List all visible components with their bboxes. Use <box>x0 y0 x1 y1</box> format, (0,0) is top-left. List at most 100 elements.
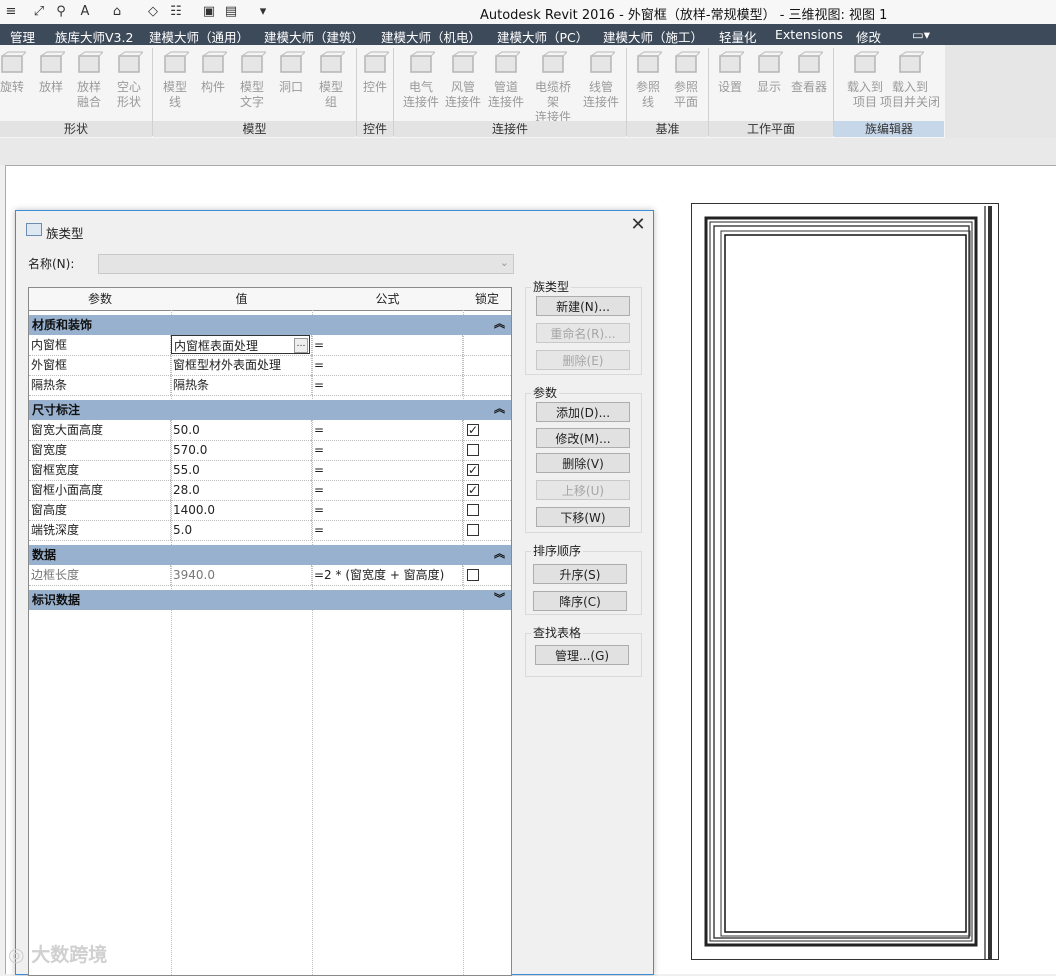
value-cell[interactable]: 3940.0 <box>171 565 312 585</box>
formula-cell[interactable]: = <box>312 440 463 460</box>
modify-parameter-button[interactable]: 修改(M)... <box>536 428 630 448</box>
quick-access-icon[interactable]: ⤢ <box>30 3 48 21</box>
ribbon-button[interactable]: 电气 连接件 <box>400 50 442 110</box>
group-header-row[interactable]: 材质和装饰 ︽ <box>29 315 511 335</box>
ribbon-button[interactable]: 线管 连接件 <box>580 50 622 110</box>
parameter-cell[interactable]: 端铣深度 <box>29 520 171 540</box>
collapse-chevron-icon[interactable]: ︽ <box>494 399 505 419</box>
parameter-cell[interactable]: 内窗框 <box>29 335 171 355</box>
rename-type-button[interactable]: 重命名(R)... <box>536 323 630 343</box>
parameter-cell[interactable]: 窗宽度 <box>29 440 171 460</box>
header-value[interactable]: 值 <box>171 288 313 311</box>
ribbon-button[interactable]: 显示 <box>748 50 790 95</box>
table-row[interactable]: 边框长度 3940.0 =2 * (窗宽度 + 窗高度) <box>29 565 511 586</box>
ribbon-button[interactable]: 风管 连接件 <box>442 50 484 110</box>
formula-cell[interactable]: = <box>312 480 463 500</box>
ribbon-tab[interactable]: 建模大师（通用） <box>149 27 249 46</box>
formula-cell[interactable]: = <box>312 420 463 440</box>
ribbon-tab[interactable]: 轻量化 <box>719 27 757 46</box>
ribbon-button[interactable]: 放样 <box>30 50 72 95</box>
ribbon-button[interactable]: 载入到 项目并关闭 <box>880 50 940 110</box>
delete-type-button[interactable]: 删除(E) <box>536 350 630 370</box>
value-cell[interactable]: 隔热条 <box>171 375 312 395</box>
group-header-row[interactable]: 标识数据 ︾ <box>29 590 511 610</box>
ribbon-button[interactable]: 模型线 <box>154 50 196 110</box>
lock-checkbox[interactable] <box>467 420 479 440</box>
ribbon-tab[interactable]: 管理 <box>10 27 35 46</box>
quick-access-icon[interactable]: ⚲ <box>52 3 70 21</box>
quick-access-icon[interactable]: ≡ <box>2 3 20 21</box>
name-select[interactable]: ⌄ <box>98 254 514 274</box>
move-up-button[interactable]: 上移(U) <box>536 480 630 500</box>
manage-lookup-button[interactable]: 管理...(G) <box>535 645 629 665</box>
browse-button[interactable]: … <box>294 338 308 353</box>
quick-access-icon[interactable]: ▾ <box>254 3 272 21</box>
lock-checkbox[interactable] <box>467 444 479 456</box>
view-preview[interactable] <box>691 203 999 960</box>
quick-access-icon[interactable]: ▤ <box>222 3 240 21</box>
value-cell[interactable]: 1400.0 <box>171 500 312 520</box>
formula-cell[interactable]: =2 * (窗宽度 + 窗高度) <box>312 565 463 585</box>
header-lock[interactable]: 锁定 <box>463 288 511 311</box>
ribbon-tab[interactable]: 建模大师（PC） <box>497 27 588 46</box>
ribbon-button[interactable]: 查看器 <box>788 50 830 95</box>
ribbon-button[interactable]: 模型 文字 <box>231 50 273 110</box>
ribbon-button[interactable]: 模型组 <box>310 50 352 110</box>
parameter-cell[interactable]: 窗框小面高度 <box>29 480 171 500</box>
parameter-cell[interactable]: 窗宽大面高度 <box>29 420 171 440</box>
formula-cell[interactable]: = <box>312 375 463 395</box>
quick-access-icon[interactable]: ⌂ <box>108 3 126 21</box>
value-cell[interactable]: 28.0 <box>171 480 312 500</box>
quick-access-icon[interactable]: A <box>76 3 94 21</box>
lock-checkbox[interactable] <box>467 569 479 581</box>
collapse-chevron-icon[interactable]: ︽ <box>494 314 505 334</box>
collapse-chevron-icon[interactable]: ︾ <box>494 589 505 609</box>
lock-checkbox[interactable] <box>467 460 479 480</box>
value-editor[interactable]: 内窗框表面处理… <box>171 335 310 354</box>
ribbon-options-icon[interactable]: ▭▾ <box>912 27 930 42</box>
parameter-cell[interactable]: 窗框宽度 <box>29 460 171 480</box>
quick-access-icon[interactable]: ☷ <box>167 3 185 21</box>
parameter-cell[interactable]: 外窗框 <box>29 355 171 375</box>
table-row[interactable]: 隔热条 隔热条 = <box>29 375 511 396</box>
move-down-button[interactable]: 下移(W) <box>536 507 630 527</box>
value-cell[interactable]: 50.0 <box>171 420 312 440</box>
ribbon-tab[interactable]: 建模大师（施工） <box>603 27 703 46</box>
ribbon-tab[interactable]: 建模大师（机电） <box>381 27 481 46</box>
table-row[interactable]: 端铣深度 5.0 = <box>29 520 511 541</box>
ribbon-tab[interactable]: Extensions <box>775 27 843 42</box>
collapse-chevron-icon[interactable]: ︽ <box>494 544 505 564</box>
value-cell[interactable]: 5.0 <box>171 520 312 540</box>
quick-access-icon[interactable]: ▣ <box>200 3 218 21</box>
table-row[interactable]: 窗高度 1400.0 = <box>29 500 511 521</box>
delete-parameter-button[interactable]: 删除(V) <box>536 453 630 473</box>
ribbon-button[interactable]: 电缆桥架 连接件 <box>532 50 574 125</box>
lock-checkbox[interactable] <box>467 480 479 500</box>
header-parameter[interactable]: 参数 <box>29 288 172 311</box>
chevron-down-icon[interactable]: ⌄ <box>500 256 509 269</box>
lock-checkbox[interactable] <box>467 524 479 536</box>
close-icon[interactable]: ✕ <box>628 215 648 235</box>
formula-cell[interactable]: = <box>312 355 463 375</box>
ribbon-tab[interactable]: 建模大师（建筑） <box>264 27 364 46</box>
ribbon-button[interactable]: 参照 平面 <box>665 50 707 110</box>
ribbon-button[interactable]: 旋转 <box>0 50 33 95</box>
parameter-cell[interactable]: 隔热条 <box>29 375 171 395</box>
ribbon-button[interactable]: 参照线 <box>627 50 669 110</box>
table-row[interactable]: 外窗框 窗框型材外表面处理 = <box>29 355 511 376</box>
sort-descending-button[interactable]: 降序(C) <box>533 591 627 611</box>
table-row[interactable]: 窗宽度 570.0 = <box>29 440 511 461</box>
ribbon-button[interactable]: 设置 <box>709 50 751 95</box>
formula-cell[interactable]: = <box>312 520 463 540</box>
ribbon-tab[interactable]: 修改 <box>856 27 881 46</box>
table-row[interactable]: 窗宽大面高度 50.0 = <box>29 420 511 441</box>
ribbon-button[interactable]: 管道 连接件 <box>485 50 527 110</box>
formula-cell[interactable]: = <box>312 335 463 355</box>
group-header-row[interactable]: 数据 ︽ <box>29 545 511 565</box>
add-parameter-button[interactable]: 添加(D)... <box>536 402 630 422</box>
value-cell[interactable]: 内窗框表面处理… <box>171 335 312 355</box>
ribbon-button[interactable]: 空心 形状 <box>108 50 150 110</box>
table-row[interactable]: 内窗框 内窗框表面处理 … = <box>29 335 511 356</box>
ribbon-tab[interactable]: 族库大师V3.2 <box>55 27 133 46</box>
value-cell[interactable]: 570.0 <box>171 440 312 460</box>
